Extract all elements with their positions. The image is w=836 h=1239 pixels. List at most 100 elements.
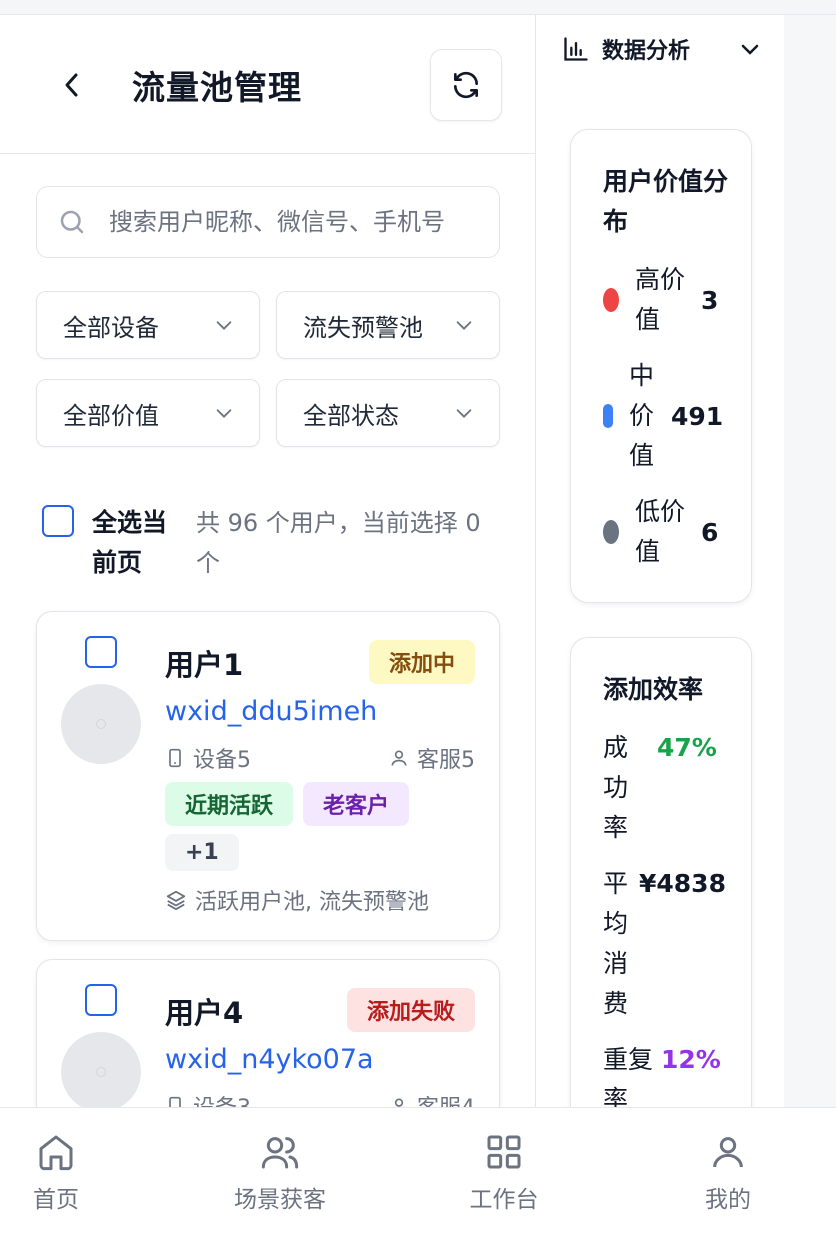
chevron-left-icon — [65, 73, 78, 97]
home-icon — [39, 1135, 73, 1171]
user-name: 用户4 — [165, 996, 244, 1030]
efficiency-label: 成功率 — [603, 733, 629, 842]
efficiency-value: 12% — [661, 1045, 721, 1074]
tag-badge: 老客户 — [303, 782, 410, 826]
right-gutter — [784, 15, 836, 1107]
analysis-panel: 数据分析 用户价值分布 高价值 3 中价值 491 低价值 6 添加效率 成功率… — [536, 15, 784, 1107]
users-icon — [261, 1137, 299, 1169]
nav-label: 首页 — [33, 1187, 79, 1213]
nav-item-mine[interactable]: 我的 — [658, 1132, 798, 1214]
bottom-nav: 首页 场景获客 工作台 我的 — [0, 1107, 836, 1239]
search-icon — [37, 207, 107, 237]
avatar — [61, 1032, 141, 1107]
phone-icon — [169, 748, 181, 768]
page-header: 流量池管理 — [0, 15, 535, 154]
status-filter-select[interactable]: 全部状态 — [276, 379, 500, 447]
value-count: 3 — [701, 285, 719, 315]
user-select-checkbox[interactable] — [85, 636, 117, 668]
pool-info: 活跃用户池, 流失预警池 — [165, 884, 429, 916]
mid-value-dot — [603, 404, 613, 428]
efficiency-value: ¥4838 — [639, 869, 726, 898]
device-filter-select[interactable]: 全部设备 — [36, 291, 260, 359]
chevron-down-icon — [456, 409, 472, 418]
value-row-mid: 中价值 491 — [603, 356, 723, 476]
bar-chart-icon — [564, 37, 588, 61]
add-efficiency-card: 添加效率 成功率 47% 平均消费 ¥4838 重复率 12% — [570, 637, 752, 1107]
efficiency-label: 平均消费 — [603, 869, 629, 1018]
layers-icon — [166, 890, 186, 911]
value-distribution-title: 用户价值分布 — [603, 167, 729, 236]
nav-item-scene-acquisition[interactable]: 场景获客 — [210, 1132, 350, 1214]
pool-filter-value: 流失预警池 — [303, 313, 423, 342]
select-all-label: 全选当前页 — [92, 508, 168, 577]
efficiency-title: 添加效率 — [603, 675, 704, 704]
analysis-title: 数据分析 — [602, 39, 691, 64]
efficiency-value: 47% — [657, 733, 717, 762]
grid-icon — [487, 1135, 521, 1169]
agent-name: 客服4 — [417, 1090, 475, 1107]
wechat-id-link[interactable]: wxid_n4yko07a — [165, 1044, 374, 1075]
value-distribution-card: 用户价值分布 高价值 3 中价值 491 低价值 6 — [570, 129, 752, 603]
status-badge: 添加中 — [368, 640, 475, 684]
efficiency-row: 成功率 47% — [603, 728, 717, 848]
high-value-dot — [603, 288, 619, 312]
pool-names: 活跃用户池, 流失预警池 — [195, 890, 429, 915]
device-info: 设备5 — [165, 742, 251, 774]
value-count: 491 — [671, 401, 724, 431]
analysis-toggle[interactable]: 数据分析 — [562, 33, 762, 65]
traffic-pool-panel: 流量池管理 全部设备 流失预警池 全部价值 全部状态 全选当前页 共 96 个用… — [0, 15, 535, 1107]
nav-item-home[interactable]: 首页 — [0, 1132, 126, 1214]
search-input[interactable] — [107, 207, 491, 237]
value-row-high: 高价值 3 — [603, 260, 718, 340]
tag-badge: 近期活跃 — [165, 782, 294, 826]
wechat-id-link[interactable]: wxid_ddu5imeh — [165, 696, 377, 727]
value-count: 6 — [701, 517, 719, 547]
window-top-bar — [0, 0, 836, 15]
refresh-icon — [454, 71, 478, 99]
selection-count-text: 共 96 个用户，当前选择 0 个 — [196, 509, 481, 577]
nav-label: 工作台 — [469, 1187, 539, 1213]
low-value-dot — [603, 520, 619, 544]
refresh-button[interactable] — [430, 49, 502, 121]
value-row-low: 低价值 6 — [603, 492, 718, 572]
user-name: 用户1 — [165, 648, 244, 682]
device-info: 设备3 — [165, 1090, 251, 1107]
chevron-down-icon — [216, 409, 232, 418]
nav-item-workbench[interactable]: 工作台 — [434, 1132, 574, 1214]
page-title: 流量池管理 — [132, 68, 302, 107]
value-label: 中价值 — [629, 361, 655, 470]
efficiency-row: 平均消费 ¥4838 — [603, 864, 726, 1024]
chevron-down-icon — [216, 321, 232, 330]
status-badge: 添加失败 — [346, 988, 475, 1032]
value-filter-select[interactable]: 全部价值 — [36, 379, 260, 447]
value-label: 低价值 — [635, 497, 686, 566]
phone-icon — [169, 1096, 181, 1107]
back-button[interactable] — [52, 65, 92, 105]
efficiency-row: 重复率 12% — [603, 1040, 721, 1107]
person-icon — [391, 750, 407, 766]
chevron-down-icon — [741, 44, 759, 55]
avatar — [61, 684, 141, 764]
agent-name: 客服5 — [417, 748, 475, 773]
nav-label: 场景获客 — [234, 1187, 326, 1213]
user-card[interactable]: 用户1 添加中 wxid_ddu5imeh 设备5 客服5 近期活跃 老客户 +… — [36, 611, 500, 941]
chevron-down-icon — [456, 321, 472, 330]
device-filter-value: 全部设备 — [63, 313, 159, 342]
value-filter-value: 全部价值 — [63, 401, 159, 430]
nav-label: 我的 — [705, 1187, 751, 1213]
person-icon — [394, 1098, 404, 1107]
user-icon — [713, 1137, 743, 1168]
search-box — [36, 186, 500, 258]
device-name: 设备3 — [193, 1090, 251, 1107]
pool-filter-select[interactable]: 流失预警池 — [276, 291, 500, 359]
efficiency-label: 重复率 — [603, 1045, 654, 1107]
more-tags-badge[interactable]: +1 — [165, 834, 239, 871]
agent-info: 客服5 — [389, 742, 475, 774]
device-name: 设备5 — [193, 748, 251, 773]
tag-list: 近期活跃 老客户 +1 — [165, 782, 475, 871]
status-filter-value: 全部状态 — [303, 401, 399, 430]
user-select-checkbox[interactable] — [85, 984, 117, 1016]
agent-info: 客服4 — [389, 1090, 475, 1107]
select-all-checkbox[interactable] — [42, 505, 74, 537]
user-card[interactable]: 用户4 添加失败 wxid_n4yko07a 设备3 客服4 — [36, 959, 500, 1107]
